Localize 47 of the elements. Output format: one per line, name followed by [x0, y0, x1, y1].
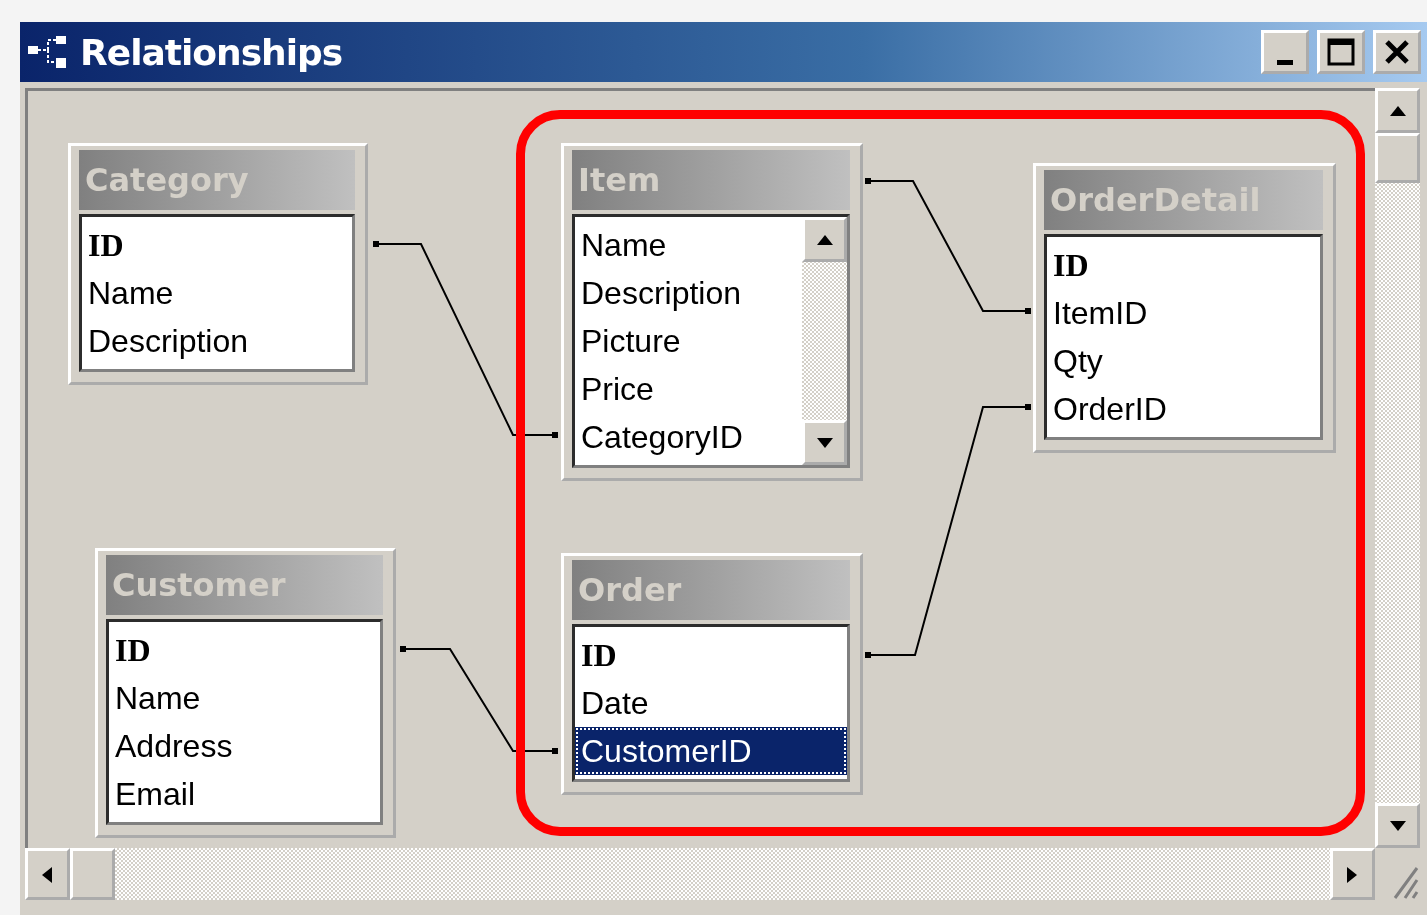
- scroll-thumb[interactable]: [1375, 133, 1420, 183]
- table-window[interactable]: Item Name Description Picture Price CategoryID: [561, 143, 863, 481]
- scrollbar[interactable]: [802, 217, 847, 465]
- field-name[interactable]: CategoryID: [575, 413, 802, 461]
- window-title: Relationships: [80, 31, 343, 73]
- close-icon: [1383, 38, 1411, 66]
- scroll-down-button[interactable]: [1375, 803, 1420, 848]
- field-name[interactable]: Name: [109, 674, 380, 722]
- table-title: Order: [572, 560, 850, 620]
- field-name[interactable]: ID: [82, 221, 352, 269]
- vertical-scrollbar[interactable]: [1375, 88, 1420, 848]
- field-name[interactable]: Price: [575, 365, 802, 413]
- field-name[interactable]: Name: [575, 221, 802, 269]
- minimize-button[interactable]: [1261, 30, 1309, 74]
- scroll-up-button[interactable]: [802, 217, 847, 262]
- field-name[interactable]: ID: [109, 626, 380, 674]
- maximize-icon: [1326, 37, 1356, 67]
- field-name[interactable]: CustomerID: [575, 727, 847, 775]
- field-name[interactable]: Description: [575, 269, 802, 317]
- table-title: Customer: [106, 555, 383, 615]
- table-window[interactable]: Category ID Name Description: [68, 143, 368, 385]
- horizontal-scrollbar[interactable]: [25, 848, 1375, 900]
- field-name[interactable]: Picture: [575, 317, 802, 365]
- field-name[interactable]: ID: [1047, 241, 1320, 289]
- scroll-left-button[interactable]: [25, 848, 70, 900]
- table-window[interactable]: Customer ID Name Address Email: [95, 548, 396, 838]
- field-name[interactable]: Description: [82, 317, 352, 365]
- table-title: Item: [572, 150, 850, 210]
- close-button[interactable]: [1373, 30, 1421, 74]
- field-name[interactable]: Address: [109, 722, 380, 770]
- scroll-down-button[interactable]: [802, 420, 847, 465]
- field-name[interactable]: ID: [575, 631, 847, 679]
- table-title: Category: [79, 150, 355, 210]
- field-name[interactable]: Name: [82, 269, 352, 317]
- field-name[interactable]: Date: [575, 679, 847, 727]
- minimize-icon: [1277, 59, 1293, 65]
- field-name[interactable]: Qty: [1047, 337, 1320, 385]
- table-window[interactable]: Order ID Date CustomerID: [561, 553, 863, 795]
- field-name[interactable]: OrderID: [1047, 385, 1320, 433]
- scroll-right-button[interactable]: [1330, 848, 1375, 900]
- table-window[interactable]: OrderDetail ID ItemID Qty OrderID: [1033, 163, 1336, 453]
- field-name[interactable]: ItemID: [1047, 289, 1320, 337]
- scroll-thumb[interactable]: [70, 848, 115, 900]
- field-name[interactable]: Email: [109, 770, 380, 818]
- scroll-up-button[interactable]: [1375, 88, 1420, 133]
- maximize-button[interactable]: [1317, 30, 1365, 74]
- table-title: OrderDetail: [1044, 170, 1323, 230]
